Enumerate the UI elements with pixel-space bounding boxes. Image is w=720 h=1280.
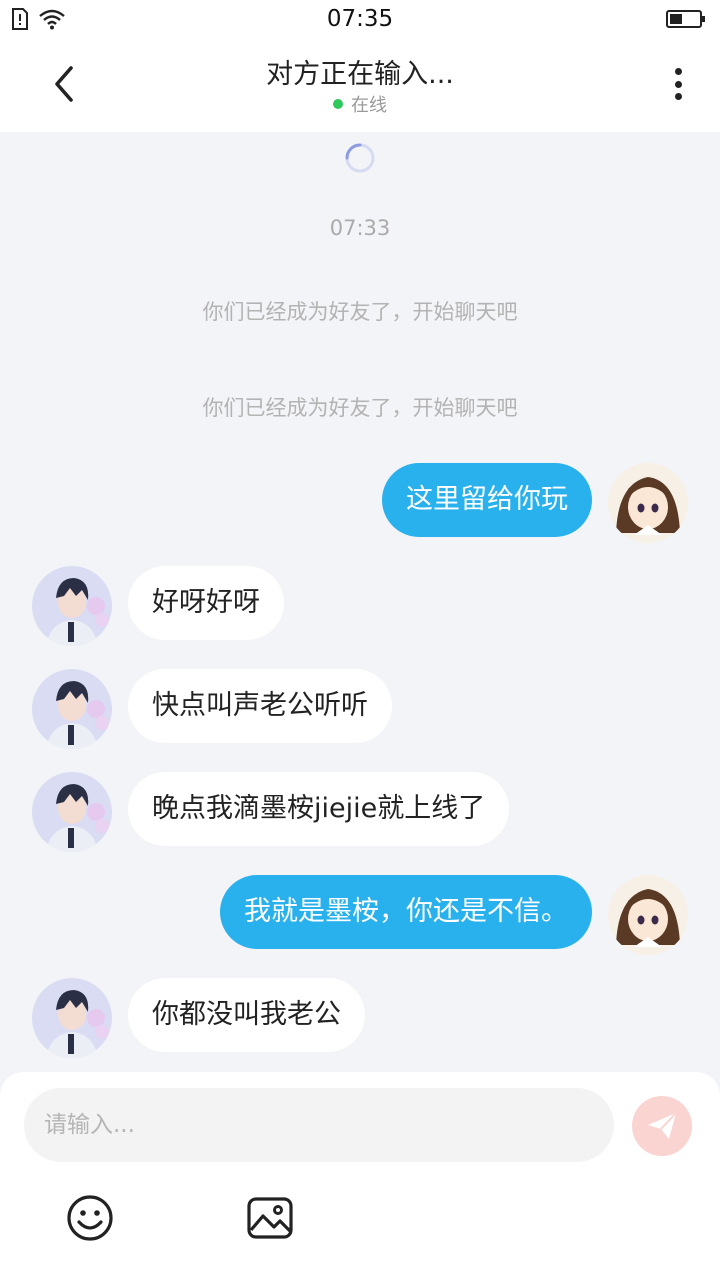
avatar-contact[interactable] bbox=[32, 978, 112, 1058]
composer-panel bbox=[0, 1072, 720, 1280]
more-dot bbox=[674, 68, 682, 75]
avatar-contact[interactable] bbox=[32, 772, 112, 852]
image-button[interactable] bbox=[246, 1194, 294, 1242]
message-bubble-contact[interactable]: 晚点我滴墨桉jiejie就上线了 bbox=[128, 772, 510, 846]
chat-title: 对方正在输入... bbox=[266, 59, 454, 90]
send-button[interactable] bbox=[632, 1096, 692, 1156]
message-bubble-self[interactable]: 我就是墨桉，你还是不信。 bbox=[220, 875, 592, 949]
more-dot bbox=[674, 93, 682, 100]
avatar-contact[interactable] bbox=[32, 566, 112, 646]
message-bubble-contact[interactable]: 你都没叫我老公 bbox=[128, 978, 365, 1052]
online-status: 在线 bbox=[0, 91, 720, 117]
avatar-self[interactable] bbox=[608, 463, 688, 543]
paper-plane-icon bbox=[648, 1112, 677, 1139]
chat-header: 对方正在输入... 在线 bbox=[0, 40, 720, 132]
emoji-button[interactable] bbox=[66, 1194, 114, 1242]
message-input[interactable] bbox=[24, 1088, 614, 1162]
online-dot bbox=[333, 99, 343, 109]
avatar-self[interactable] bbox=[608, 875, 688, 955]
status-time: 07:35 bbox=[326, 6, 394, 32]
more-options-button[interactable] bbox=[662, 62, 694, 106]
smiley-icon bbox=[67, 1195, 113, 1241]
system-message: 你们已经成为好友了，开始聊天吧 bbox=[202, 396, 518, 420]
image-icon bbox=[247, 1197, 293, 1239]
loading-spinner-icon bbox=[345, 143, 375, 173]
message-bubble-contact[interactable]: 好呀好呀 bbox=[128, 566, 284, 640]
online-status-label: 在线 bbox=[351, 95, 387, 116]
battery-icon bbox=[666, 9, 706, 33]
system-message: 你们已经成为好友了，开始聊天吧 bbox=[202, 300, 518, 324]
avatar-contact[interactable] bbox=[32, 669, 112, 749]
message-bubble-contact[interactable]: 快点叫声老公听听 bbox=[128, 669, 392, 743]
message-timestamp: 07:33 bbox=[329, 216, 391, 240]
message-bubble-self[interactable]: 这里留给你玩 bbox=[382, 463, 592, 537]
status-bar: 07:35 bbox=[0, 0, 720, 40]
more-dot bbox=[674, 80, 682, 88]
